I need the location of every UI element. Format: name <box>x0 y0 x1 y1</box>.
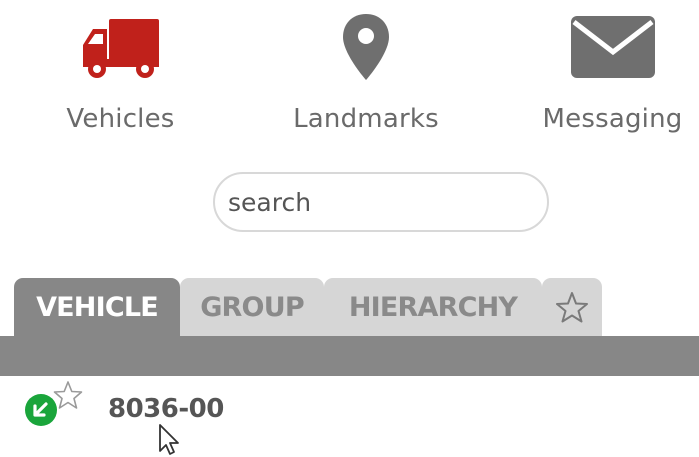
tab-vehicle[interactable]: VEHICLE <box>14 278 180 336</box>
tab-group[interactable]: GROUP <box>180 278 324 336</box>
search-input[interactable] <box>228 187 528 217</box>
nav-vehicles[interactable]: Vehicles <box>58 12 183 134</box>
favorite-star-icon[interactable] <box>53 380 83 410</box>
nav-messaging[interactable]: Messaging <box>530 12 695 134</box>
vehicle-list-item[interactable]: 8036-00 <box>0 376 699 446</box>
nav-messaging-label: Messaging <box>542 104 683 134</box>
nav-vehicles-label: Vehicles <box>66 104 175 134</box>
vehicle-name: 8036-00 <box>108 394 224 424</box>
map-pin-icon <box>341 12 391 82</box>
nav-landmarks-label: Landmarks <box>293 104 439 134</box>
truck-icon <box>81 12 161 82</box>
envelope-icon <box>570 12 656 82</box>
tab-strip: VEHICLE GROUP HIERARCHY <box>14 278 602 336</box>
search-box <box>213 172 549 232</box>
star-icon <box>556 292 588 323</box>
tab-favorites[interactable] <box>542 278 602 336</box>
tab-content-header <box>0 336 699 376</box>
tab-hierarchy[interactable]: HIERARCHY <box>324 278 542 336</box>
nav-landmarks[interactable]: Landmarks <box>282 12 450 134</box>
mouse-cursor-icon <box>159 424 179 455</box>
